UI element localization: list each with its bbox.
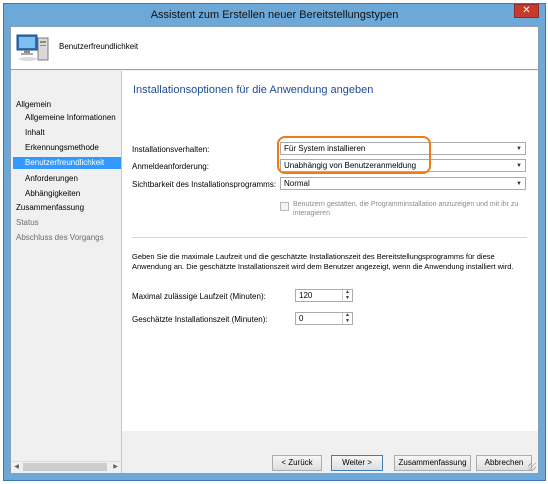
computer-icon (16, 34, 49, 61)
max-runtime-value: 120 (299, 291, 313, 300)
wizard-client-area: Benutzerfreundlichkeit Allgemein Allgeme… (10, 26, 539, 474)
summary-button[interactable]: Zusammenfassung (394, 455, 471, 471)
title-bar[interactable]: Assistent zum Erstellen neuer Bereitstel… (4, 4, 545, 26)
spin-down-icon[interactable]: ▼ (343, 296, 352, 301)
scroll-right-icon[interactable]: ▶ (110, 462, 121, 472)
nav-item-abschluss: Abschluss des Vorgangs (16, 233, 104, 242)
nav-item-zusammenfassung[interactable]: Zusammenfassung (16, 202, 121, 214)
wizard-window: Assistent zum Erstellen neuer Bereitstel… (3, 3, 546, 481)
nav-item-status: Status (16, 218, 39, 227)
chevron-down-icon: ▼ (516, 181, 522, 187)
cancel-button[interactable]: Abbrechen (476, 455, 532, 471)
nav-horizontal-scrollbar[interactable]: ◀ ▶ (11, 461, 121, 472)
visibility-select[interactable]: Normal ▼ (280, 177, 526, 190)
max-runtime-label: Maximal zulässige Laufzeit (Minuten): (132, 292, 266, 301)
resize-grip[interactable] (528, 463, 536, 471)
est-install-time-value: 0 (299, 314, 304, 323)
nav-item-erkennungsmethode[interactable]: Erkennungsmethode (25, 142, 121, 154)
spin-down-icon[interactable]: ▼ (343, 319, 352, 324)
separator (132, 237, 527, 238)
nav-item-allgemeine-informationen[interactable]: Allgemeine Informationen (25, 112, 121, 124)
content-panel: Installationsoptionen für die Anwendung … (122, 71, 538, 473)
chevron-down-icon: ▼ (516, 163, 522, 169)
visibility-value: Normal (284, 179, 310, 188)
close-button[interactable]: ✕ (514, 4, 539, 18)
wizard-banner: Benutzerfreundlichkeit (11, 27, 538, 70)
highlight-marker (277, 136, 431, 174)
logon-requirement-label: Anmeldeanforderung: (132, 162, 209, 171)
scrollbar-thumb[interactable] (23, 463, 107, 471)
nav-item-inhalt[interactable]: Inhalt (25, 127, 121, 139)
back-button[interactable]: < Zurück (272, 455, 322, 471)
window-title: Assistent zum Erstellen neuer Bereitstel… (150, 9, 399, 21)
install-behavior-label: Installationsverhalten: (132, 145, 210, 154)
est-install-time-label: Geschätzte Installationszeit (Minuten): (132, 315, 268, 324)
wizard-footer: < Zurück Weiter > Zusammenfassung Abbrec… (122, 431, 538, 473)
scroll-left-icon[interactable]: ◀ (11, 462, 22, 472)
wizard-nav: Allgemein Allgemeine Informationen Inhal… (11, 71, 121, 473)
allow-interaction-checkbox[interactable] (280, 202, 289, 211)
max-runtime-spin-buttons: ▲ ▼ (342, 290, 352, 301)
runtime-description: Geben Sie die maximale Laufzeit und die … (132, 252, 514, 271)
visibility-label: Sichtbarkeit des Installationsprogramms: (132, 180, 277, 189)
nav-item-anforderungen[interactable]: Anforderungen (25, 173, 121, 185)
nav-item-allgemein[interactable]: Allgemein (16, 99, 121, 111)
close-icon: ✕ (522, 5, 531, 16)
banner-title: Benutzerfreundlichkeit (59, 42, 139, 51)
chevron-down-icon: ▼ (516, 146, 522, 152)
nav-item-benutzerfreundlichkeit[interactable]: Benutzerfreundlichkeit (13, 157, 121, 169)
est-install-time-spin-buttons: ▲ ▼ (342, 313, 352, 324)
nav-item-abhaengigkeiten[interactable]: Abhängigkeiten (25, 188, 121, 200)
est-install-time-stepper[interactable]: 0 ▲ ▼ (295, 312, 353, 325)
allow-interaction-label: Benutzern gestatten, die Programminstall… (293, 201, 519, 217)
max-runtime-stepper[interactable]: 120 ▲ ▼ (295, 289, 353, 302)
page-heading: Installationsoptionen für die Anwendung … (133, 84, 374, 96)
next-button[interactable]: Weiter > (331, 455, 383, 471)
